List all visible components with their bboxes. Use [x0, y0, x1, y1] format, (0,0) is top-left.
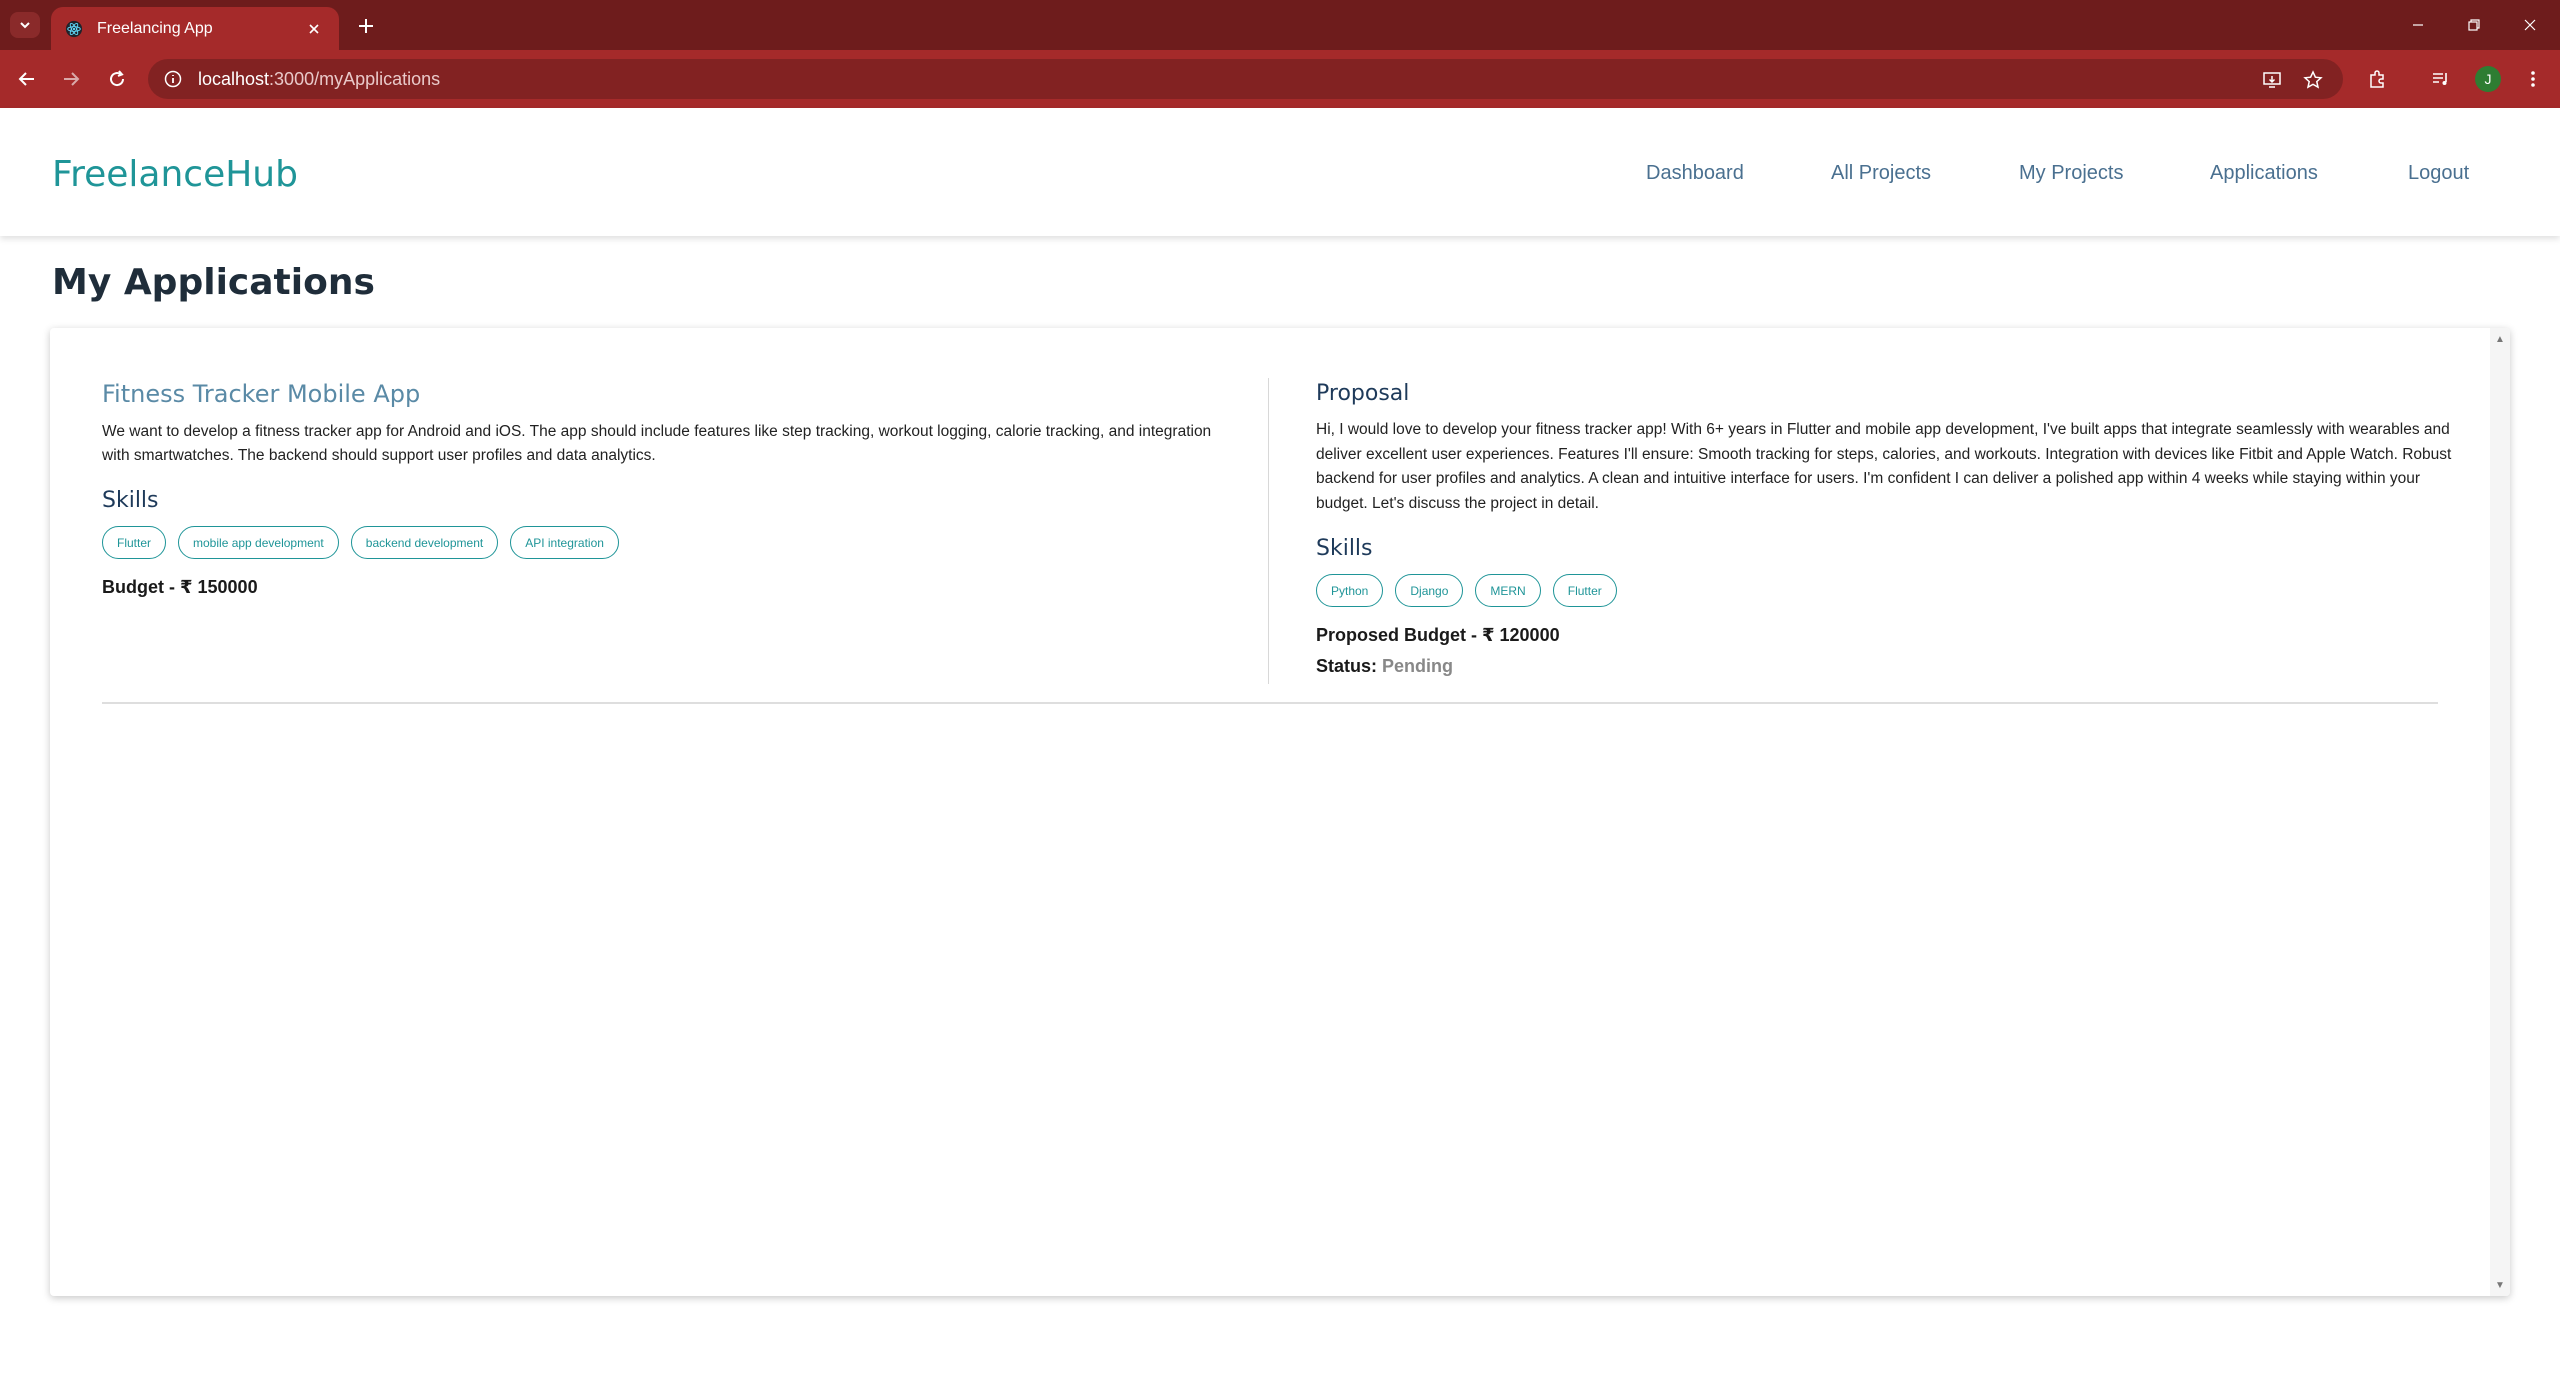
skill-tag: Flutter — [102, 526, 167, 559]
install-app-icon[interactable] — [2261, 69, 2283, 91]
reload-icon — [110, 70, 125, 87]
site-info-icon[interactable] — [162, 68, 184, 90]
project-description: We want to develop a fitness tracker app… — [102, 423, 1212, 464]
nav-all-projects[interactable]: All Projects — [1831, 162, 1931, 185]
address-bar[interactable]: localhost:3000/myApplications — [148, 59, 2343, 99]
browser-menu-button[interactable] — [2518, 64, 2548, 94]
puzzle-icon — [2370, 70, 2384, 88]
skill-tag: backend development — [350, 526, 499, 559]
brand-logo[interactable]: FreelanceHub — [52, 154, 298, 195]
proposal-skills-list: Python Django MERN Flutter — [1316, 574, 2456, 607]
browser-toolbar: localhost:3000/myApplications J — [0, 50, 2560, 108]
skill-tag: Django — [1395, 574, 1464, 607]
skill-tag: MERN — [1475, 574, 1541, 607]
proposed-budget: Proposed Budget - ₹ 120000 — [1316, 625, 1560, 645]
status-label: Status: — [1316, 656, 1378, 676]
tab-search-button[interactable] — [10, 12, 40, 38]
minimize-button[interactable] — [2400, 10, 2436, 40]
plus-icon — [359, 19, 373, 33]
arrow-right-icon — [64, 72, 80, 86]
new-tab-button[interactable] — [352, 12, 380, 40]
project-skills-list: Flutter mobile app development backend d… — [102, 526, 1242, 559]
chevron-down-icon — [20, 22, 30, 29]
nav-logout[interactable]: Logout — [2408, 162, 2469, 185]
scroll-down-icon[interactable]: ▼ — [2490, 1276, 2510, 1294]
bookmark-star-icon[interactable] — [2302, 69, 2324, 91]
minimize-icon — [2413, 24, 2423, 26]
scroll-up-icon[interactable]: ▲ — [2490, 330, 2510, 348]
tab-close-button[interactable] — [303, 18, 325, 40]
nav-my-projects[interactable]: My Projects — [2019, 162, 2123, 185]
close-icon — [2524, 19, 2536, 31]
card-scrollbar[interactable]: ▲ ▼ — [2490, 328, 2510, 1296]
proposal-heading: Proposal — [1316, 381, 1410, 406]
close-window-button[interactable] — [2512, 10, 2548, 40]
skill-tag: Flutter — [1552, 574, 1617, 607]
restore-button[interactable] — [2456, 10, 2492, 40]
restore-icon — [2468, 19, 2480, 31]
url-path: :3000/myApplications — [269, 68, 441, 89]
project-skills-heading: Skills — [102, 488, 159, 513]
nav-dashboard[interactable]: Dashboard — [1646, 162, 1744, 185]
skill-tag: Python — [1316, 574, 1384, 607]
application-separator — [102, 702, 2438, 704]
app-viewport: FreelanceHub Dashboard All Projects My P… — [0, 108, 2560, 1380]
skill-tag: API integration — [510, 526, 619, 559]
top-navbar: FreelanceHub Dashboard All Projects My P… — [0, 108, 2560, 236]
project-budget: Budget - ₹ 150000 — [102, 577, 258, 597]
tab-title: Freelancing App — [97, 19, 213, 37]
skill-tag: mobile app development — [178, 526, 339, 559]
playlist-icon — [2433, 73, 2447, 85]
project-details: Fitness Tracker Mobile App We want to de… — [102, 378, 1242, 598]
reload-button[interactable] — [102, 64, 132, 94]
forward-button[interactable] — [56, 64, 86, 94]
back-button[interactable] — [12, 64, 42, 94]
nav-applications[interactable]: Applications — [2210, 162, 2318, 185]
project-title: Fitness Tracker Mobile App — [102, 380, 421, 408]
page-title: My Applications — [52, 262, 375, 303]
proposal-text: Hi, I would love to develop your fitness… — [1316, 421, 2452, 512]
column-divider — [1268, 378, 1269, 684]
application-status: Status: Pending — [1316, 656, 2456, 677]
browser-tab-bar: Freelancing App — [0, 0, 2560, 50]
extensions-button[interactable] — [2362, 64, 2392, 94]
status-badge: Pending — [1382, 656, 1454, 676]
url-text: localhost:3000/myApplications — [198, 69, 440, 90]
browser-tab-active[interactable]: Freelancing App — [51, 7, 339, 50]
close-icon — [309, 23, 319, 34]
proposal-details: Proposal Hi, I would love to develop you… — [1316, 378, 2456, 677]
url-host: localhost — [198, 68, 270, 89]
react-favicon-icon — [65, 20, 83, 37]
proposal-skills-heading: Skills — [1316, 536, 1373, 561]
media-controls-button[interactable] — [2426, 64, 2456, 94]
profile-avatar[interactable]: J — [2475, 66, 2501, 92]
applications-card: Fitness Tracker Mobile App We want to de… — [50, 328, 2510, 1296]
arrow-left-icon — [18, 72, 34, 86]
kebab-menu-icon — [2531, 71, 2535, 87]
